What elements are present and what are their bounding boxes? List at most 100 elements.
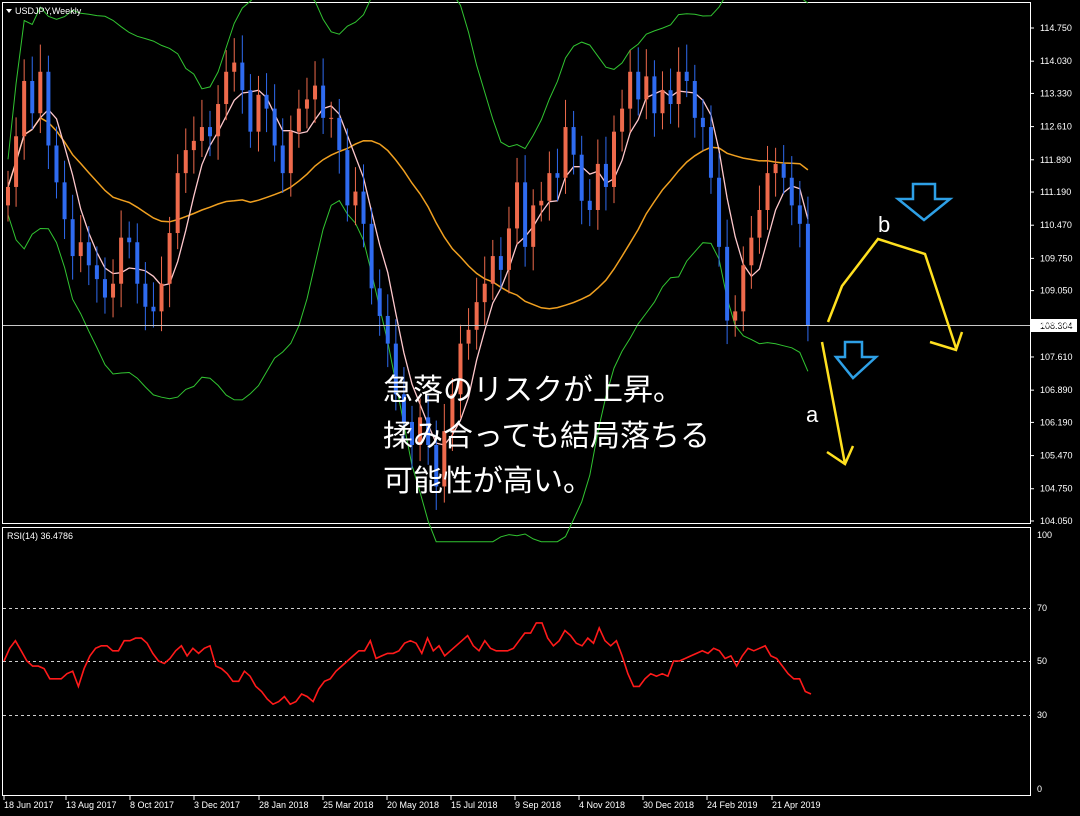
candle-body	[531, 205, 536, 247]
candle-body	[749, 237, 754, 266]
candle-body	[555, 173, 560, 178]
candle-body	[805, 223, 810, 326]
candle-body	[232, 62, 237, 72]
candle-body	[264, 94, 269, 109]
date-tick-label: 15 Jul 2018	[451, 800, 498, 810]
date-tick-label: 3 Dec 2017	[194, 800, 240, 810]
candle-body	[684, 71, 689, 81]
candle-body	[337, 117, 342, 151]
candle-body	[377, 288, 382, 316]
candle-body	[304, 99, 309, 109]
date-tick-label: 8 Oct 2017	[130, 800, 174, 810]
candle-body	[579, 154, 584, 201]
candle-body	[46, 71, 51, 146]
candle-body	[151, 306, 156, 312]
wave-label-a: a	[806, 402, 819, 427]
candle-body	[78, 242, 83, 257]
candle-body	[603, 163, 608, 187]
candle-body	[329, 117, 334, 119]
rsi-level-label: 0	[1037, 784, 1042, 794]
candle-body	[741, 265, 746, 312]
candle-body	[70, 219, 75, 257]
candle-body	[620, 108, 625, 132]
price-tick-label: 107.610	[1040, 352, 1073, 362]
price-tick-label: 109.750	[1040, 253, 1073, 263]
price-tick-label: 110.470	[1040, 220, 1072, 230]
candle-body	[224, 71, 229, 105]
rsi-level-label: 50	[1037, 656, 1047, 666]
candle-body	[547, 173, 552, 201]
date-tick-label: 28 Jan 2018	[259, 800, 309, 810]
candle-body	[717, 177, 722, 247]
annotation-line-1: 急落のリスクが上昇。	[383, 373, 683, 408]
candle-body	[345, 150, 350, 206]
price-tick-label: 113.330	[1040, 88, 1072, 98]
candle-body	[725, 246, 730, 321]
candle-body	[143, 283, 148, 307]
candle-body	[482, 283, 487, 303]
rsi-title: RSI(14) 36.4786	[7, 531, 73, 541]
candle-body	[789, 177, 794, 206]
candle-body	[353, 191, 358, 206]
rsi-panel[interactable]	[2, 527, 1031, 796]
candle-body	[111, 283, 116, 298]
candle-body	[62, 182, 67, 220]
candle-body	[765, 173, 770, 210]
candle-body	[708, 127, 713, 178]
candle-body	[733, 311, 738, 321]
candle-body	[563, 127, 568, 178]
price-tick-label: 114.030	[1040, 56, 1072, 66]
candle-body	[490, 256, 495, 284]
candle-body	[216, 104, 221, 137]
candle-body	[668, 90, 673, 105]
candle-body	[94, 265, 99, 280]
candle-body	[127, 237, 132, 243]
candle-body	[54, 145, 59, 183]
candle-body	[191, 140, 196, 151]
candle-body	[757, 209, 762, 238]
candle-body	[313, 85, 318, 100]
price-tick-label: 105.470	[1040, 451, 1073, 461]
rsi-level-label: 70	[1037, 603, 1047, 613]
date-tick-label: 25 Mar 2018	[323, 800, 374, 810]
candle-body	[199, 127, 204, 141]
price-tick-label: 111.890	[1040, 155, 1071, 165]
date-tick-label: 13 Aug 2017	[66, 800, 117, 810]
candle-body	[296, 108, 301, 132]
candle-body	[159, 283, 164, 312]
candle-body	[466, 329, 471, 344]
candle-body	[498, 256, 503, 270]
candle-body	[636, 71, 641, 100]
candle-body	[175, 173, 180, 234]
price-tick-label: 108.330	[1040, 319, 1073, 329]
date-tick-label: 30 Dec 2018	[643, 800, 694, 810]
candle-body	[781, 163, 786, 178]
candle-body	[102, 279, 107, 298]
price-tick-label: 104.050	[1040, 516, 1073, 526]
candle-body	[321, 85, 326, 118]
candle-body	[797, 205, 802, 224]
candle-body	[652, 76, 657, 114]
price-axis: 114.750 114.030 113.330 112.610 111.890 111.1…	[1030, 23, 1073, 526]
candle-body	[571, 127, 576, 155]
price-tick-label: 111.190	[1040, 187, 1071, 197]
price-tick-label: 106.190	[1040, 417, 1073, 427]
candle-body	[22, 80, 27, 137]
candle-body	[248, 90, 253, 132]
candle-body	[660, 90, 665, 114]
rsi-level-label: 30	[1037, 710, 1047, 720]
date-tick-label: 9 Sep 2018	[515, 800, 561, 810]
candle-body	[119, 237, 124, 284]
price-tick-label: 109.050	[1040, 286, 1073, 296]
price-tick-label: 114.750	[1040, 23, 1072, 33]
date-tick-label: 21 Apr 2019	[772, 800, 821, 810]
wave-label-b: b	[878, 212, 890, 237]
candle-body	[38, 71, 43, 114]
candle-body	[135, 242, 140, 284]
candle-body	[644, 76, 649, 100]
rsi-level-label: 100	[1037, 530, 1052, 540]
candle-body	[523, 182, 528, 247]
candle-body	[14, 136, 19, 187]
candle-body	[692, 80, 697, 118]
candle-body	[515, 182, 520, 229]
